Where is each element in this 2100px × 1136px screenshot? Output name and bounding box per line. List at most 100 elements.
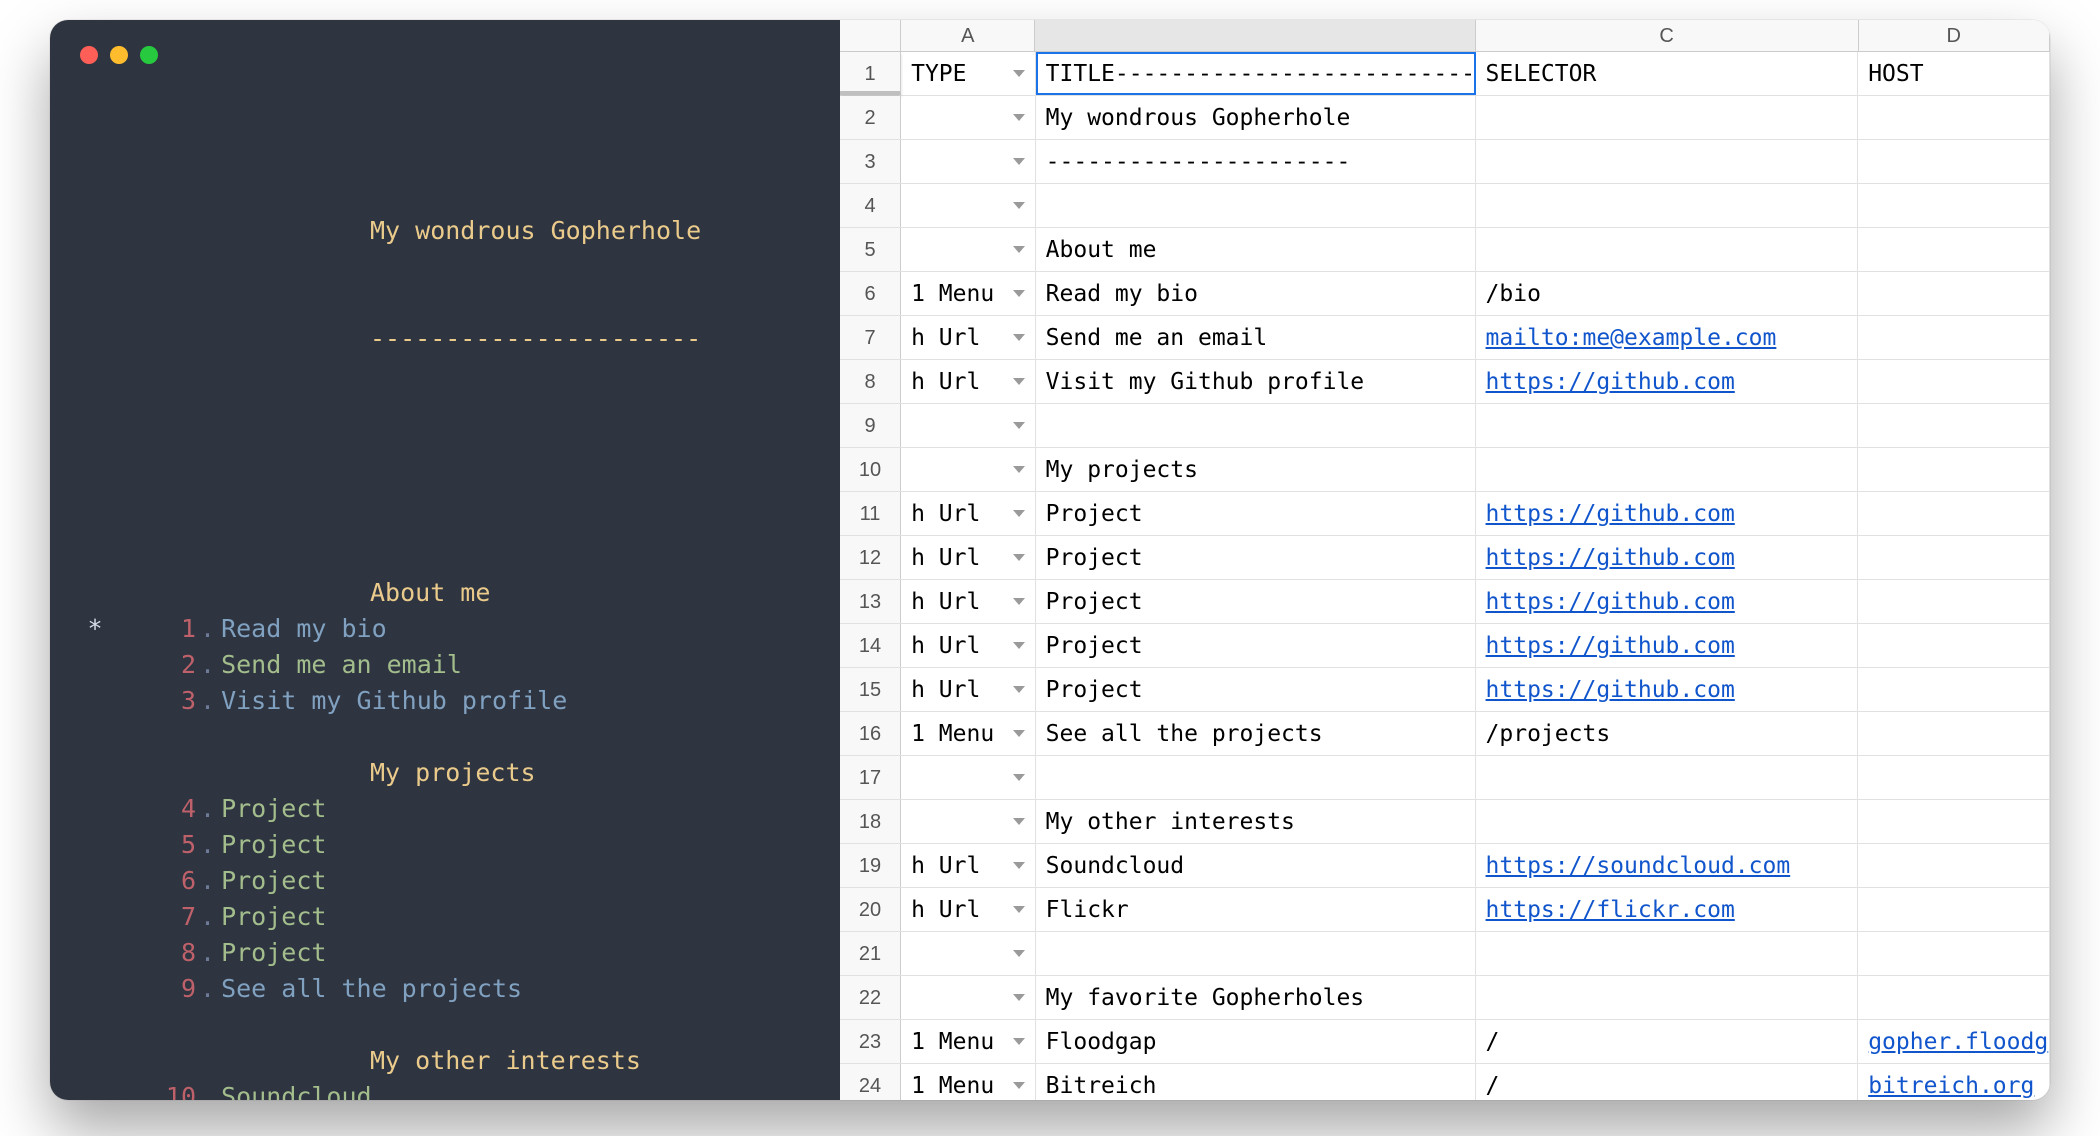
cell-selector[interactable]: https://github.com [1476, 580, 1859, 623]
chevron-down-icon[interactable] [1013, 378, 1025, 385]
cell-title[interactable]: My other interests [1036, 800, 1476, 843]
row-header[interactable]: 3 [840, 140, 901, 183]
gopher-item[interactable]: 2.Send me an email [50, 647, 840, 683]
gopher-item[interactable]: 8.Project [50, 935, 840, 971]
col-header-a[interactable]: A [901, 20, 1035, 51]
cell-type[interactable]: h Url [901, 844, 1036, 887]
hyperlink[interactable]: https://github.com [1486, 369, 1735, 395]
cell-type[interactable] [901, 140, 1036, 183]
row-header[interactable]: 18 [840, 800, 901, 843]
cell-type[interactable]: h Url [901, 316, 1036, 359]
chevron-down-icon[interactable] [1013, 510, 1025, 517]
cell-type[interactable] [901, 800, 1036, 843]
cell-host[interactable] [1858, 976, 2050, 1019]
row-header[interactable]: 15 [840, 668, 901, 711]
row-header[interactable]: 7 [840, 316, 901, 359]
cell-type[interactable] [901, 96, 1036, 139]
cell-title[interactable]: Bitreich [1036, 1064, 1476, 1100]
chevron-down-icon[interactable] [1013, 598, 1025, 605]
cell-selector[interactable]: https://github.com [1476, 492, 1859, 535]
cell-host[interactable] [1858, 228, 2050, 271]
cell-title[interactable]: Soundcloud [1036, 844, 1476, 887]
cell-type-header[interactable]: TYPE [901, 52, 1036, 95]
cell-selector[interactable]: https://github.com [1476, 360, 1859, 403]
cell-title[interactable]: Project [1036, 624, 1476, 667]
row-header[interactable]: 12 [840, 536, 901, 579]
cell-selector[interactable]: / [1476, 1020, 1859, 1063]
chevron-down-icon[interactable] [1013, 334, 1025, 341]
cell-title[interactable]: Flickr [1036, 888, 1476, 931]
chevron-down-icon[interactable] [1013, 730, 1025, 737]
cell-type[interactable]: h Url [901, 668, 1036, 711]
chevron-down-icon[interactable] [1013, 818, 1025, 825]
cell-host[interactable] [1858, 800, 2050, 843]
cell-title[interactable]: About me [1036, 228, 1476, 271]
gopher-item[interactable]: 9.See all the projects [50, 971, 840, 1007]
chevron-down-icon[interactable] [1013, 290, 1025, 297]
cell-type[interactable] [901, 228, 1036, 271]
gopher-item[interactable]: 3.Visit my Github profile [50, 683, 840, 719]
row-header[interactable]: 14 [840, 624, 901, 667]
hyperlink[interactable]: https://github.com [1486, 589, 1735, 615]
cell-title[interactable] [1036, 756, 1476, 799]
row-header[interactable]: 20 [840, 888, 901, 931]
cell-selector[interactable] [1476, 448, 1859, 491]
hyperlink[interactable]: https://github.com [1486, 633, 1735, 659]
row-header[interactable]: 22 [840, 976, 901, 1019]
row-header[interactable]: 11 [840, 492, 901, 535]
row-header[interactable]: 9 [840, 404, 901, 447]
chevron-down-icon[interactable] [1013, 422, 1025, 429]
row-header[interactable]: 23 [840, 1020, 901, 1063]
cell-title[interactable]: ---------------------- [1036, 140, 1476, 183]
cell-host[interactable] [1858, 404, 2050, 447]
cell-selector[interactable] [1476, 96, 1859, 139]
row-header[interactable]: 17 [840, 756, 901, 799]
chevron-down-icon[interactable] [1013, 686, 1025, 693]
cell-title[interactable]: My projects [1036, 448, 1476, 491]
cell-title[interactable]: Read my bio [1036, 272, 1476, 315]
cell-title[interactable] [1036, 404, 1476, 447]
cell-selector[interactable]: https://github.com [1476, 668, 1859, 711]
cell-selector[interactable] [1476, 228, 1859, 271]
chevron-down-icon[interactable] [1013, 554, 1025, 561]
cell-selector[interactable]: https://soundcloud.com [1476, 844, 1859, 887]
hyperlink[interactable]: bitreich.org [1868, 1073, 2034, 1099]
cell-type[interactable]: h Url [901, 580, 1036, 623]
cell-title[interactable]: Visit my Github profile [1036, 360, 1476, 403]
gopher-item[interactable]: 10.Soundcloud [50, 1079, 840, 1101]
row-header[interactable]: 10 [840, 448, 901, 491]
cell-selector[interactable]: https://github.com [1476, 536, 1859, 579]
cell-title[interactable] [1036, 932, 1476, 975]
cell-title[interactable] [1036, 184, 1476, 227]
hyperlink[interactable]: https://soundcloud.com [1486, 853, 1791, 879]
close-icon[interactable] [80, 46, 98, 64]
cell-type[interactable]: h Url [901, 624, 1036, 667]
col-header-d[interactable]: D [1859, 20, 2050, 51]
cell-title-header[interactable]: TITLE--------------------------70 [1036, 52, 1476, 95]
zoom-icon[interactable] [140, 46, 158, 64]
cell-host[interactable] [1858, 844, 2050, 887]
col-header-b[interactable] [1035, 20, 1475, 51]
row-header[interactable]: 24 [840, 1064, 901, 1100]
cell-type[interactable] [901, 976, 1036, 1019]
cell-selector[interactable] [1476, 976, 1859, 1019]
cell-title[interactable]: Project [1036, 536, 1476, 579]
chevron-down-icon[interactable] [1013, 246, 1025, 253]
cell-selector[interactable]: / [1476, 1064, 1859, 1100]
hyperlink[interactable]: mailto:me@example.com [1486, 325, 1777, 351]
cell-host[interactable] [1858, 668, 2050, 711]
row-header[interactable]: 16 [840, 712, 901, 755]
cell-host[interactable] [1858, 624, 2050, 667]
cell-type[interactable]: 1 Menu [901, 712, 1036, 755]
cell-host[interactable] [1858, 272, 2050, 315]
hyperlink[interactable]: https://github.com [1486, 545, 1735, 571]
cell-title[interactable]: See all the projects [1036, 712, 1476, 755]
cell-host[interactable] [1858, 96, 2050, 139]
cell-selector[interactable] [1476, 756, 1859, 799]
cell-host[interactable] [1858, 712, 2050, 755]
chevron-down-icon[interactable] [1013, 114, 1025, 121]
row-header[interactable]: 5 [840, 228, 901, 271]
cell-title[interactable]: Send me an email [1036, 316, 1476, 359]
cell-type[interactable]: 1 Menu [901, 1064, 1036, 1100]
row-header[interactable]: 4 [840, 184, 901, 227]
